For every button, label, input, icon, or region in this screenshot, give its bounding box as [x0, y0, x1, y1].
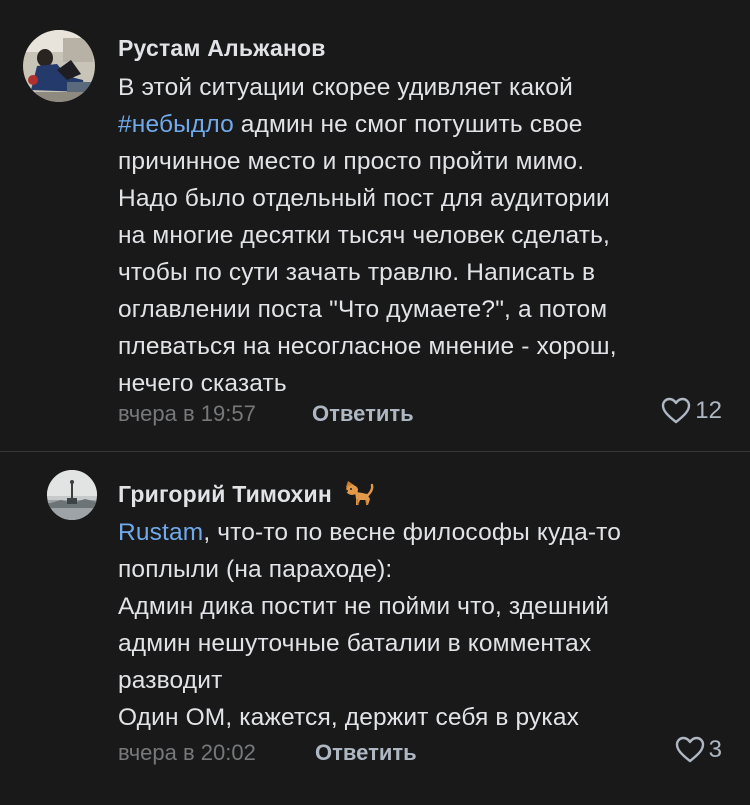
like-button[interactable]: 12: [661, 397, 722, 425]
avatar[interactable]: [23, 30, 95, 102]
comment-meta: вчера в 19:57 Ответить 12: [118, 397, 722, 431]
comment-line: Rustam, что-то по весне философы куда-то: [118, 514, 738, 551]
avatar[interactable]: [47, 470, 97, 520]
avatar-photo: [23, 30, 95, 102]
like-count: 12: [695, 397, 722, 424]
comment-line: плеваться на несогласное мнение - хорош,: [118, 333, 617, 360]
comment-line: админ нешуточные баталии в комментах: [118, 630, 592, 657]
comment-line-rest: , что-то по весне философы куда-то: [203, 519, 622, 546]
comment-line-rest: админ не смог потушить свое: [233, 111, 583, 138]
comment-line: В этой ситуации скорее удивляет какой: [118, 74, 573, 101]
comment-timestamp[interactable]: вчера в 19:57: [118, 401, 256, 427]
comment-author[interactable]: Рустам Альжанов: [118, 35, 326, 62]
comment-text: В этой ситуации скорее удивляет какой #н…: [118, 69, 738, 402]
like-count: 3: [708, 736, 722, 763]
reply-button[interactable]: Ответить: [312, 401, 414, 427]
comment-line: #небыдло админ не смог потушить свое: [118, 106, 738, 143]
comment-meta: вчера в 20:02 Ответить 3: [118, 736, 722, 770]
avatar-photo: [47, 470, 97, 520]
comment-divider: [0, 451, 750, 452]
mention-link[interactable]: Rustam: [118, 519, 203, 546]
comment-author[interactable]: Григорий Тимохин: [118, 479, 376, 513]
comment-timestamp[interactable]: вчера в 20:02: [118, 740, 256, 766]
heart-icon: [662, 397, 691, 424]
reply-button[interactable]: Ответить: [315, 740, 417, 766]
comment-line: Админ дика постит не пойми что, здешний: [118, 593, 610, 620]
comment-line: Один ОМ, кажется, держит себя в руках: [118, 704, 580, 731]
comment-line: причинное место и просто пройти мимо.: [118, 148, 585, 175]
comment-line: разводит: [118, 667, 223, 694]
comment-line: Надо было отдельный пост для аудитории: [118, 185, 610, 212]
comment-author-name: Григорий Тимохин: [118, 481, 332, 508]
dog-emoji-icon: [345, 481, 374, 506]
comment-line: на многие десятки тысяч человек сделать,: [118, 222, 611, 249]
comment-line: чтобы по сути зачать травлю. Написать в: [118, 259, 596, 286]
hashtag-link[interactable]: #небыдло: [118, 111, 234, 138]
comment-text: Rustam, что-то по весне философы куда-то…: [118, 514, 738, 736]
comment-line: оглавлении поста "Что думаете?", а потом: [118, 296, 608, 323]
heart-icon: [675, 736, 704, 763]
comment-line: поплыли (на параходе):: [118, 556, 393, 583]
like-button[interactable]: 3: [675, 736, 722, 764]
